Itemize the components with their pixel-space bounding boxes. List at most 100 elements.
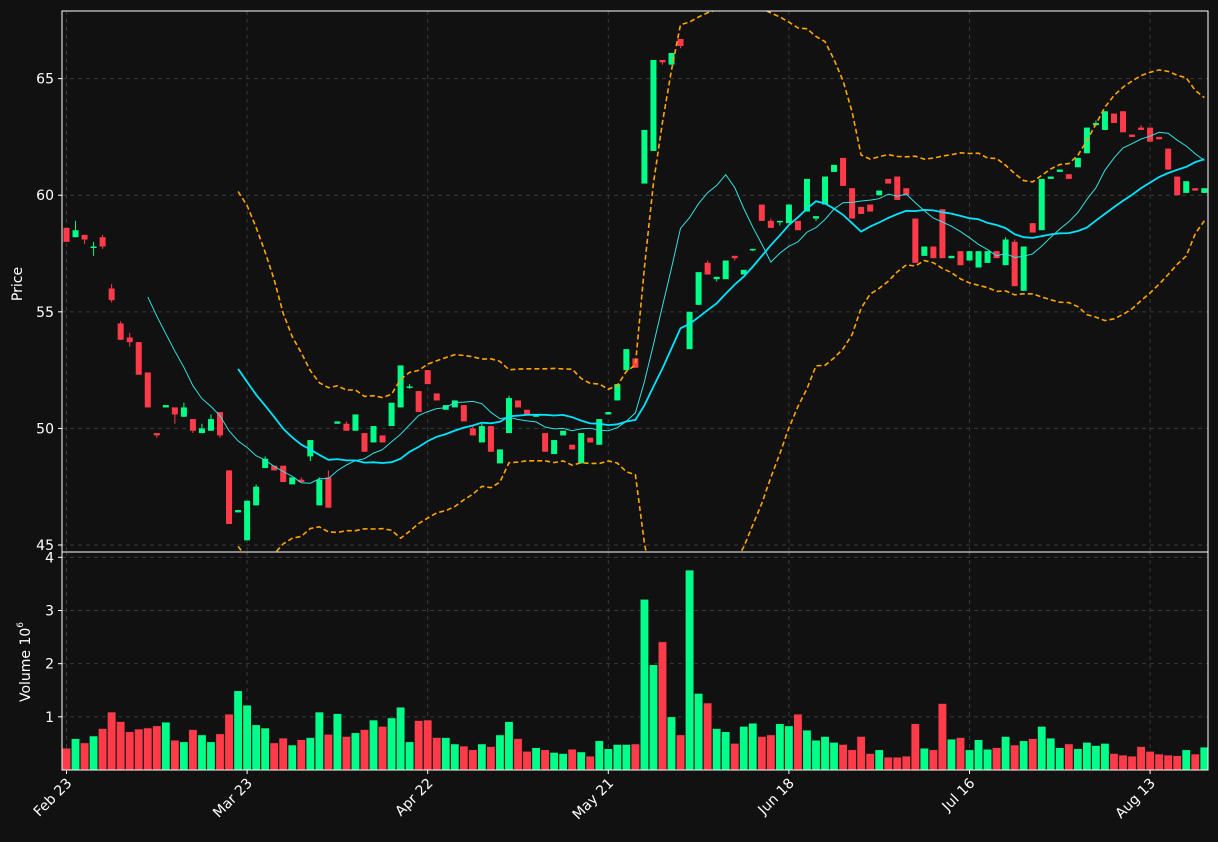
volume-bar — [161, 721, 171, 770]
volume-bar — [630, 743, 640, 770]
candle-body — [542, 433, 549, 452]
volume-bar — [657, 641, 667, 770]
candle-body — [135, 342, 142, 375]
candle-body — [939, 209, 946, 259]
volume-bar — [80, 742, 90, 770]
price-axis-label: Price — [10, 267, 26, 301]
candle-body — [695, 272, 702, 305]
volume-bar — [712, 728, 722, 770]
volume-bar — [784, 725, 794, 770]
volume-bar — [1199, 746, 1208, 770]
volume-bar — [793, 713, 803, 770]
candle-body — [921, 246, 928, 256]
volume-bar — [224, 713, 234, 770]
candle-body — [731, 255, 738, 259]
candle-body — [460, 405, 467, 422]
stock-chart: 4550556065 1234 Feb 23 Mar 23 Apr 22 May 21… — [0, 0, 1218, 842]
candle-body — [515, 400, 521, 408]
candle-body — [198, 428, 205, 434]
candle-body — [1201, 188, 1208, 193]
candle-body — [496, 449, 503, 464]
candle-body — [551, 440, 558, 455]
candle-body — [569, 444, 576, 450]
price-tick-label: 60 — [36, 188, 54, 204]
volume-bar — [486, 746, 496, 770]
candle-body — [171, 407, 178, 415]
candle-body — [1065, 174, 1072, 179]
candle-body — [650, 59, 657, 151]
candle-body — [1029, 223, 1036, 233]
volume-bar — [1118, 754, 1128, 770]
volume-bar — [441, 737, 451, 770]
volume-bar — [974, 739, 984, 770]
price-tick-label: 55 — [36, 305, 54, 321]
volume-tick-label: 3 — [45, 603, 54, 619]
volume-bar — [549, 752, 559, 770]
volume-bar — [820, 736, 830, 770]
candle-body — [840, 157, 847, 186]
candle-body — [280, 465, 287, 483]
volume-bar — [468, 749, 478, 770]
volume-bar — [107, 711, 117, 770]
volume-bar — [612, 744, 622, 770]
price-tick-label: 65 — [36, 72, 54, 88]
volume-bar — [197, 734, 207, 770]
candle-body — [1047, 176, 1054, 179]
volume-bar — [359, 729, 369, 770]
volume-bar — [323, 734, 333, 770]
candle-body — [226, 470, 233, 525]
volume-bar — [594, 740, 604, 770]
candle-body — [885, 178, 892, 184]
candle-body — [822, 176, 829, 205]
volume-bar — [928, 749, 938, 770]
volume-bar — [504, 721, 514, 770]
candle-body — [1074, 157, 1081, 168]
candle-body — [189, 419, 196, 431]
volume-bar — [730, 743, 740, 770]
volume-bar — [1109, 753, 1119, 770]
volume-bar — [585, 755, 595, 770]
candle-body — [352, 414, 359, 431]
candle-body — [81, 234, 88, 240]
candle-body — [858, 206, 865, 214]
candle-body — [623, 349, 630, 371]
volume-bar — [983, 748, 993, 770]
candle-body — [831, 164, 838, 172]
volume-bar — [531, 747, 541, 770]
candle-body — [1156, 136, 1163, 140]
candle-body — [749, 248, 756, 251]
volume-bar — [648, 664, 658, 770]
volume-tick-label: 4 — [45, 550, 54, 566]
candle-body — [388, 402, 395, 427]
candle-body — [975, 251, 982, 268]
volume-bar — [116, 721, 126, 770]
candle-body — [722, 260, 729, 280]
volume-bar — [1082, 742, 1092, 770]
candle-body — [560, 430, 567, 436]
volume-bar — [278, 737, 288, 770]
volume-bar — [1055, 747, 1065, 770]
volume-bar — [667, 716, 677, 770]
volume-bar — [233, 690, 243, 770]
volume-bar — [856, 736, 866, 770]
volume-bar — [450, 743, 460, 770]
candle-body — [767, 220, 774, 228]
volume-bar — [242, 704, 252, 770]
volume-bar — [350, 732, 360, 770]
candle-body — [1183, 181, 1190, 193]
candle-body — [316, 479, 323, 506]
candle-body — [776, 220, 783, 223]
candle-body — [1011, 241, 1018, 287]
volume-bar — [955, 737, 965, 770]
volume-bar — [332, 713, 342, 770]
candle-body — [578, 433, 585, 464]
volume-bar — [125, 731, 135, 770]
candle-body — [758, 204, 765, 221]
volume-bar — [567, 748, 577, 770]
candle-body — [126, 337, 133, 343]
volume-bar — [694, 693, 704, 770]
volume-bar — [558, 753, 568, 770]
volume-bar — [152, 725, 162, 770]
candle-body — [117, 323, 124, 340]
candle-body — [433, 393, 440, 401]
